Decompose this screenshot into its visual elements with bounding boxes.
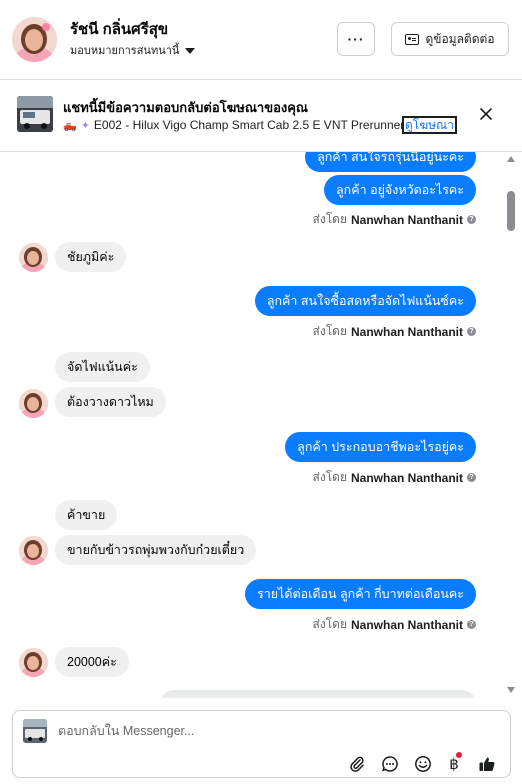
ad-reply-banner: แชทนี้มีข้อความตอบกลับต่อโฆษณาของคุณ 🛻 ✦… — [0, 80, 522, 152]
sent-by-label: ส่งโดย Nanwhan Nanthanit ? — [313, 210, 476, 229]
view-contact-info-button[interactable]: ดูข้อมูลติดต่อ — [391, 22, 509, 56]
message-thread[interactable]: ลูกค้า สนใจรถรุ่นนี้อยู่นะคะ ลูกค้า อยู่… — [0, 152, 522, 698]
ad-name: E002 - Hilux Vigo Champ Smart Cab 2.5 E … — [93, 118, 430, 132]
close-banner-button[interactable] — [476, 104, 496, 124]
sent-by-label: ส่งโดย Nanwhan Nanthanit ? — [313, 615, 476, 634]
outgoing-message[interactable]: ลูกค้า สนใจรถรุ่นนี้อยู่นะคะ — [305, 152, 476, 172]
sender-name: Nanwhan Nanthanit — [350, 470, 463, 485]
reply-input[interactable] — [58, 719, 488, 743]
outgoing-message[interactable]: รายได้ต่อเดือน ลูกค้า กี่บาทต่อเดือนคะ — [245, 579, 476, 609]
sender-name: Nanwhan Nanthanit — [350, 617, 463, 632]
saved-replies-button[interactable] — [380, 754, 400, 774]
info-icon[interactable]: ? — [467, 473, 476, 482]
contact-card-icon — [405, 33, 420, 45]
sent-by-prefix: ส่งโดย — [312, 212, 347, 226]
attach-button[interactable] — [347, 754, 367, 774]
assign-label: มอบหมายการสนทนานี้ — [70, 45, 180, 57]
thread-scrollbar[interactable] — [504, 152, 518, 698]
close-icon — [480, 108, 492, 120]
ad-banner-subtitle: 🛻 ✦ E002 - Hilux Vigo Champ Smart Cab 2.… — [63, 118, 430, 132]
more-button[interactable]: ··· — [337, 22, 375, 56]
notification-dot — [456, 752, 462, 758]
sent-by-label: ส่งโดย Nanwhan Nanthanit ? — [313, 468, 476, 487]
incoming-message[interactable]: ค้าขาย — [55, 500, 118, 530]
info-icon[interactable]: ? — [467, 620, 476, 629]
info-icon[interactable]: ? — [467, 215, 476, 224]
like-button[interactable] — [477, 754, 497, 774]
outgoing-message[interactable]: ลูกค้า อยู่จังหวัดอะไรคะ — [323, 175, 476, 205]
ad-banner-title: แชทนี้มีข้อความตอบกลับต่อโฆษณาของคุณ — [63, 100, 308, 115]
scroll-down-arrow-icon[interactable] — [507, 687, 515, 693]
attach-icon — [350, 756, 364, 772]
ad-thumbnail — [17, 96, 53, 132]
payment-button[interactable]: ฿ — [444, 752, 464, 774]
sent-by-prefix: ส่งโดย — [312, 617, 347, 631]
assign-conversation-dropdown[interactable]: มอบหมายการสนทนานี้ — [70, 41, 196, 59]
sender-name: Nanwhan Nanthanit — [350, 324, 463, 339]
incoming-message[interactable]: จัดไฟแน้นค่ะ — [55, 352, 150, 382]
contact-name[interactable]: รัชนี กลิ่นศรีสุข — [70, 17, 168, 41]
view-contact-info-label: ดูข้อมูลติดต่อ — [425, 31, 495, 46]
contact-avatar-small[interactable] — [19, 389, 48, 418]
contact-avatar-small[interactable] — [19, 243, 48, 272]
view-ad-link[interactable]: ดูโฆษณา — [402, 116, 457, 134]
outgoing-message[interactable]: ลูกค้า สนใจซื้อสดหรือจัดไฟแน้นซ์คะ — [254, 286, 476, 316]
emoji-icon — [415, 756, 431, 772]
incoming-message[interactable]: ขายกับข้าวรถพุ่มพวงกับก๋วยเตี๋ยว — [55, 535, 257, 565]
outgoing-message[interactable]: ลูกค้า ประกอบอาชีพอะไรอยู่คะ — [285, 432, 476, 462]
scroll-up-arrow-icon[interactable] — [507, 156, 515, 162]
contact-avatar-small[interactable] — [19, 648, 48, 677]
incoming-message[interactable]: ชัยภูมิค่ะ — [55, 242, 127, 272]
more-icon: ··· — [347, 31, 365, 47]
conversation-header: รัชนี กลิ่นศรีสุข มอบหมายการสนทนานี้ ···… — [0, 0, 522, 80]
sparkle-icon: ✦ — [80, 119, 90, 132]
sender-name: Nanwhan Nanthanit — [350, 212, 463, 227]
chat-icon — [382, 756, 398, 772]
info-icon[interactable]: ? — [467, 327, 476, 336]
sent-by-prefix: ส่งโดย — [312, 470, 347, 484]
like-icon — [479, 757, 495, 771]
contact-avatar-small[interactable] — [19, 536, 48, 565]
reply-composer: ฿ — [12, 710, 511, 778]
incoming-message[interactable]: ต้องวางดาวไหม — [55, 387, 166, 417]
contact-avatar[interactable] — [12, 17, 57, 62]
ad-context-thumbnail — [23, 719, 47, 743]
incoming-message[interactable]: 20000ค่ะ — [55, 647, 129, 677]
emoji-button[interactable] — [413, 754, 433, 774]
sent-by-label: ส่งโดย Nanwhan Nanthanit ? — [313, 322, 476, 341]
sent-by-prefix: ส่งโดย — [312, 324, 347, 338]
scroll-thumb[interactable] — [507, 191, 515, 231]
pickup-truck-icon: 🛻 — [63, 119, 77, 132]
caret-down-icon — [185, 47, 196, 54]
image-attachment-preview[interactable] — [160, 690, 476, 698]
